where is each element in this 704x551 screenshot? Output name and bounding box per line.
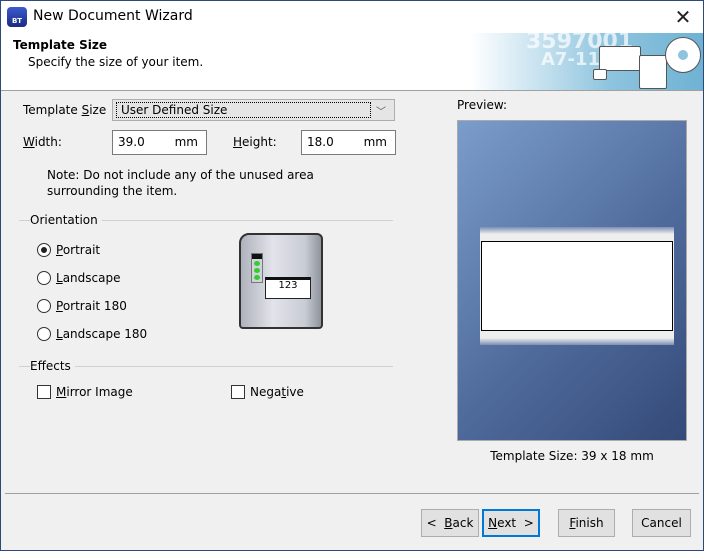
footer-separator [5, 493, 699, 494]
page-title: Template Size [13, 38, 107, 52]
effects-label: Effects [30, 359, 75, 373]
preview-label: Preview: [457, 98, 508, 112]
height-unit: mm [363, 135, 387, 149]
cancel-button[interactable]: Cancel [632, 509, 691, 537]
width-unit: mm [174, 135, 198, 149]
printer-label-text: 123 [265, 277, 311, 299]
radio-landscape-180-label[interactable]: Landscape 180 [56, 327, 147, 341]
small-label-icon [593, 69, 607, 80]
radio-landscape[interactable] [37, 271, 51, 285]
qr-label-icon [639, 55, 667, 89]
template-size-value: User Defined Size [116, 102, 371, 118]
title-bar: BT New Document Wizard ✕ [1, 1, 703, 33]
template-size-label: Template Size [23, 103, 107, 117]
width-label: Width: [23, 135, 62, 149]
radio-portrait[interactable] [37, 243, 51, 257]
height-value: 18.0 [307, 135, 334, 149]
finish-button[interactable]: Finish [558, 509, 615, 537]
preview-size-text: Template Size: 39 x 18 mm [490, 449, 654, 463]
barcode-label-icon [599, 46, 641, 71]
app-icon: BT [7, 7, 27, 27]
page-subtitle: Specify the size of your item. [28, 55, 204, 69]
window-title: New Document Wizard [33, 8, 193, 24]
disc-icon [665, 37, 701, 73]
radio-portrait-label[interactable]: Portrait [56, 243, 100, 257]
printer-icon: 123 [239, 233, 323, 329]
label-roll-preview [480, 227, 674, 345]
width-value: 39.0 [118, 135, 145, 149]
orientation-label: Orientation [30, 213, 102, 227]
width-input[interactable]: 39.0 mm [112, 130, 207, 155]
mirror-image-checkbox[interactable] [37, 385, 51, 399]
wizard-header: Template Size Specify the size of your i… [1, 33, 703, 91]
negative-label[interactable]: Negative [250, 385, 304, 399]
next-button[interactable]: Next > [482, 509, 540, 537]
back-button[interactable]: < Back [421, 509, 479, 537]
close-button[interactable]: ✕ [665, 3, 701, 31]
radio-landscape-180[interactable] [37, 327, 51, 341]
label-preview [481, 241, 673, 331]
radio-landscape-label[interactable]: Landscape [56, 271, 120, 285]
radio-portrait-180-label[interactable]: Portrait 180 [56, 299, 127, 313]
height-label: Height: [233, 135, 277, 149]
chevron-down-icon: ﹀ [376, 107, 386, 118]
template-size-dropdown[interactable]: User Defined Size ﹀ [112, 99, 395, 121]
preview-panel [457, 120, 687, 441]
negative-checkbox[interactable] [231, 385, 245, 399]
banner-image: 3597001 A7-118 [471, 33, 703, 90]
mirror-image-label[interactable]: Mirror Image [56, 385, 133, 399]
note-text: Note: Do not include any of the unused a… [47, 168, 314, 198]
height-input[interactable]: 18.0 mm [301, 130, 396, 155]
radio-portrait-180[interactable] [37, 299, 51, 313]
effects-group-line [19, 366, 393, 367]
